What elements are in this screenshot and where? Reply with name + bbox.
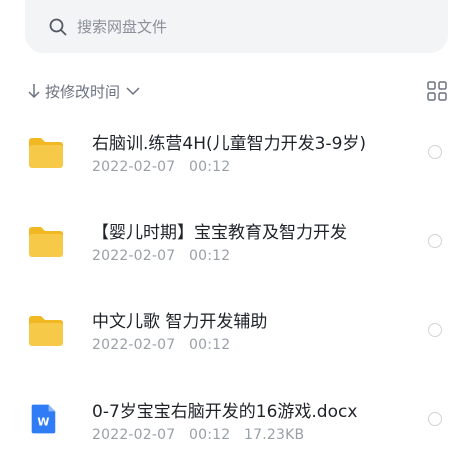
file-row[interactable]: 【婴儿时期】宝宝教育及智力开发 2022-02-07 00:12 (0, 197, 472, 285)
file-meta: 2022-02-07 00:12 (92, 337, 230, 353)
file-date: 2022-02-07 (92, 248, 176, 264)
folder-icon (29, 316, 63, 346)
file-meta: 2022-02-07 00:12 17.23KB (92, 427, 304, 443)
sort-label: 按修改时间 (45, 82, 121, 101)
search-icon (49, 18, 67, 35)
select-radio[interactable] (428, 234, 442, 248)
file-name: 0-7岁宝宝右脑开发的16游戏.docx (92, 402, 358, 422)
file-date: 2022-02-07 (92, 159, 176, 175)
file-size: 17.23KB (244, 427, 305, 443)
search-input[interactable]: 搜索网盘文件 (77, 16, 167, 37)
select-radio[interactable] (428, 145, 442, 159)
file-name: 【婴儿时期】宝宝教育及智力开发 (92, 223, 347, 243)
file-name: 右脑训.练营4H(儿童智力开发3-9岁) (92, 134, 367, 154)
file-time: 00:12 (189, 427, 231, 443)
select-radio[interactable] (428, 412, 442, 426)
file-row[interactable]: 右脑训.练营4H(儿童智力开发3-9岁) 2022-02-07 00:12 (0, 108, 472, 196)
word-doc-icon: W (31, 404, 56, 434)
file-time: 00:12 (189, 337, 231, 353)
file-time: 00:12 (189, 159, 231, 175)
word-doc-letter: W (37, 416, 49, 429)
file-date: 2022-02-07 (92, 427, 176, 443)
folder-icon (29, 227, 63, 257)
arrow-down-icon (28, 84, 40, 99)
file-row[interactable]: 中文儿歌 智力开发辅助 2022-02-07 00:12 (0, 286, 472, 374)
file-meta: 2022-02-07 00:12 (92, 159, 230, 175)
grid-view-icon[interactable] (427, 81, 447, 101)
file-meta: 2022-02-07 00:12 (92, 248, 230, 264)
folder-icon (29, 138, 63, 168)
file-row[interactable]: W 0-7岁宝宝右脑开发的16游戏.docx 2022-02-07 00:12 … (0, 375, 472, 463)
file-name: 中文儿歌 智力开发辅助 (92, 312, 268, 332)
file-time: 00:12 (189, 248, 231, 264)
chevron-down-icon (126, 87, 140, 96)
file-date: 2022-02-07 (92, 337, 176, 353)
select-radio[interactable] (428, 323, 442, 337)
sort-dropdown[interactable]: 按修改时间 (27, 79, 140, 103)
search-bar[interactable]: 搜索网盘文件 (25, 0, 448, 53)
